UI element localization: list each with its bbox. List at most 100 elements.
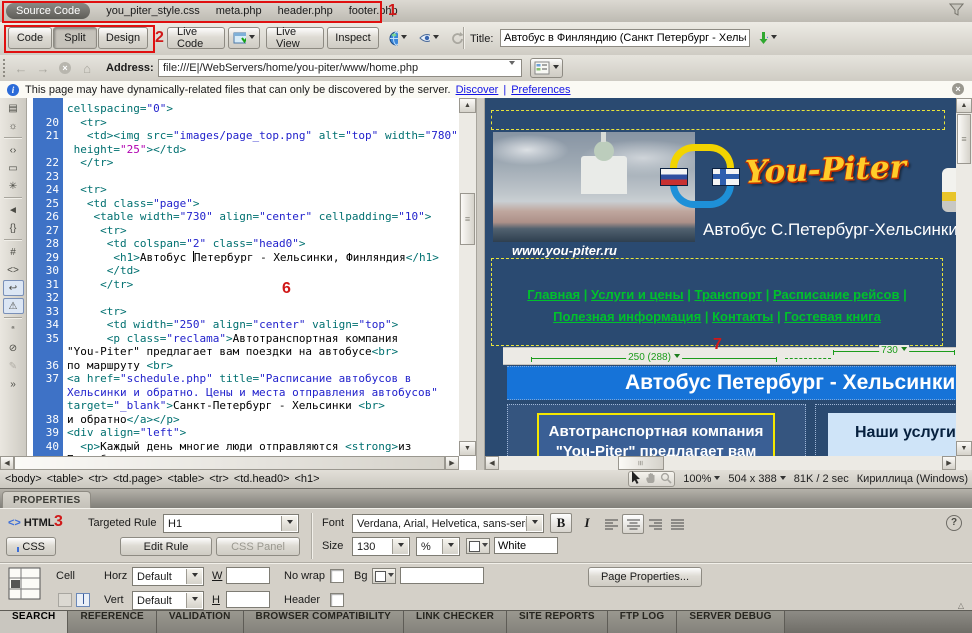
reclama-box[interactable]: Автотранспортная компания "You-Piter" пр… bbox=[537, 413, 775, 456]
page-properties-button[interactable]: Page Properties... bbox=[588, 567, 702, 587]
related-file-tab[interactable]: header.php bbox=[278, 5, 333, 17]
table-width-bar[interactable]: 730 250 (288) bbox=[503, 347, 956, 365]
live-view-button[interactable]: Live View bbox=[266, 27, 324, 49]
cell-width-input[interactable] bbox=[226, 567, 270, 584]
design-scroll-thumb[interactable]: ≡ bbox=[957, 114, 971, 164]
site-banner[interactable]: You-Piter Автобус С.Петербург-Хельсинки bbox=[493, 132, 956, 242]
back-icon[interactable]: ← bbox=[12, 59, 30, 77]
bg-color-input[interactable] bbox=[400, 567, 484, 584]
size-select[interactable]: 130 bbox=[352, 537, 410, 556]
design-horizontal-scrollbar[interactable]: ◀ ≡ ▶ bbox=[485, 456, 956, 470]
justify-icon[interactable] bbox=[666, 514, 688, 534]
bg-color-swatch[interactable] bbox=[372, 568, 396, 584]
discover-link[interactable]: Discover bbox=[456, 84, 499, 96]
nav-link[interactable]: Главная bbox=[527, 287, 580, 302]
related-file-tab[interactable]: you_piter_style.css bbox=[106, 5, 200, 17]
design-empty-table-row[interactable] bbox=[491, 110, 945, 130]
toolbar-grip[interactable] bbox=[3, 59, 8, 77]
site-nav-menu[interactable]: Главная | Услуги и цены | Транспорт | Ра… bbox=[491, 258, 943, 346]
scroll-down-icon[interactable]: ▼ bbox=[459, 441, 476, 456]
code-line[interactable]: height="25"></td> bbox=[67, 143, 459, 157]
forward-icon[interactable]: → bbox=[34, 59, 52, 77]
scroll-right-icon[interactable]: ▶ bbox=[445, 456, 459, 470]
more-options-chevrons-icon[interactable]: » bbox=[3, 376, 24, 392]
scroll-up-icon[interactable]: ▲ bbox=[956, 98, 972, 113]
align-left-icon[interactable] bbox=[600, 514, 622, 534]
highlight-invalid-code-icon[interactable]: <> bbox=[3, 262, 24, 278]
code-view[interactable]: 2021222324252627282930313233343536373839… bbox=[27, 98, 459, 456]
inspect-button[interactable]: Inspect bbox=[327, 27, 379, 49]
text-color-swatch[interactable] bbox=[466, 538, 490, 554]
code-line[interactable]: <tr> bbox=[67, 224, 459, 238]
design-view-button[interactable]: Design bbox=[98, 27, 148, 49]
nav-link[interactable]: Гостевая книга bbox=[784, 309, 881, 324]
nav-link[interactable]: Полезная информация bbox=[553, 309, 701, 324]
view-options-icon[interactable] bbox=[530, 58, 563, 78]
address-dropdown-icon[interactable] bbox=[509, 61, 515, 68]
expand-all-icon[interactable]: ✳ bbox=[3, 178, 24, 194]
design-hscroll-thumb[interactable]: ≡ bbox=[618, 456, 664, 470]
results-tab-ftp-log[interactable]: FTP LOG bbox=[608, 611, 678, 633]
scroll-up-icon[interactable]: ▲ bbox=[459, 98, 476, 113]
align-right-icon[interactable] bbox=[644, 514, 666, 534]
code-line[interactable]: <div align="left"> bbox=[67, 426, 459, 440]
css-mode-button[interactable]: CSS bbox=[6, 537, 56, 556]
tag-selector-item[interactable]: <table> bbox=[168, 473, 205, 485]
related-file-tab[interactable]: meta.php bbox=[216, 5, 262, 17]
code-line[interactable] bbox=[67, 291, 459, 305]
syntax-error-alerts-icon[interactable]: ⚠ bbox=[3, 298, 24, 314]
collapse-selection-icon[interactable]: ▭ bbox=[3, 160, 24, 176]
zoom-level-select[interactable]: 100% bbox=[683, 473, 720, 485]
code-line[interactable]: target="_blank">Санкт-Петербург - Хельси… bbox=[67, 399, 459, 413]
text-color-input[interactable] bbox=[494, 537, 558, 554]
html-mode-button[interactable]: <> HTML bbox=[8, 517, 54, 529]
word-wrap-icon[interactable]: ↩ bbox=[3, 280, 24, 296]
scroll-right-icon[interactable]: ▶ bbox=[942, 456, 956, 470]
edit-rule-button[interactable]: Edit Rule bbox=[120, 537, 212, 556]
split-cell-icon[interactable] bbox=[76, 593, 90, 607]
horz-select[interactable]: Default bbox=[132, 567, 204, 586]
font-select[interactable]: Verdana, Arial, Helvetica, sans-serif bbox=[352, 514, 544, 533]
code-line[interactable]: <td colspan="2" class="head0"> bbox=[67, 237, 459, 251]
collapse-full-tag-icon[interactable]: ‹› bbox=[3, 142, 24, 158]
tag-selector-item[interactable]: <body> bbox=[5, 473, 42, 485]
code-line[interactable]: <td width="250" align="center" valign="t… bbox=[67, 318, 459, 332]
align-center-icon[interactable] bbox=[622, 514, 644, 534]
code-line[interactable]: <p class="reclama">Автотранспортная комп… bbox=[67, 332, 459, 346]
preview-in-browser-icon[interactable] bbox=[384, 27, 412, 49]
nav-link[interactable]: Расписание рейсов bbox=[773, 287, 899, 302]
code-line[interactable]: "You-Piter" предлагает вам поездки на ав… bbox=[67, 345, 459, 359]
table-width-250[interactable]: 250 (288) bbox=[531, 358, 777, 359]
home-icon[interactable]: ⌂ bbox=[78, 59, 96, 77]
nav-link[interactable]: Контакты bbox=[712, 309, 773, 324]
format-source-code-icon[interactable]: ✎ bbox=[3, 358, 24, 374]
code-line[interactable]: <p>Каждый день многие люди отправляются … bbox=[67, 440, 459, 454]
code-line[interactable]: <tr> bbox=[67, 305, 459, 319]
code-line[interactable]: <table width="730" align="center" cellpa… bbox=[67, 210, 459, 224]
check-browser-compatibility-icon[interactable] bbox=[228, 27, 260, 49]
header-checkbox[interactable] bbox=[330, 593, 344, 607]
zoom-tool-icon[interactable] bbox=[660, 472, 672, 487]
live-code-button[interactable]: Live Code bbox=[167, 27, 225, 49]
results-tab-search[interactable]: SEARCH bbox=[0, 611, 68, 633]
design-left-cell[interactable]: Автотранспортная компания "You-Piter" пр… bbox=[507, 404, 806, 456]
results-tab-link-checker[interactable]: LINK CHECKER bbox=[404, 611, 507, 633]
window-size-select[interactable]: 504 x 388 bbox=[728, 473, 785, 485]
italic-button[interactable]: I bbox=[576, 513, 598, 533]
css-panel-button[interactable]: CSS Panel bbox=[216, 537, 300, 556]
code-line[interactable]: <tr> bbox=[67, 183, 459, 197]
code-line[interactable]: </td> bbox=[67, 264, 459, 278]
scroll-left-icon[interactable]: ◀ bbox=[0, 456, 14, 470]
show-code-navigator-icon[interactable]: ☼ bbox=[3, 118, 24, 134]
code-line[interactable] bbox=[67, 170, 459, 184]
open-documents-icon[interactable]: ▤ bbox=[3, 100, 24, 116]
tag-selector-item[interactable]: <tr> bbox=[209, 473, 229, 485]
results-tab-site-reports[interactable]: SITE REPORTS bbox=[507, 611, 608, 633]
results-tab-reference[interactable]: REFERENCE bbox=[68, 611, 156, 633]
line-numbers-icon[interactable]: # bbox=[3, 244, 24, 260]
preferences-link[interactable]: Preferences bbox=[511, 84, 570, 96]
code-editor-content[interactable]: cellspacing="0"> <tr> <td><img src="imag… bbox=[67, 98, 459, 456]
scroll-down-icon[interactable]: ▼ bbox=[956, 441, 972, 456]
results-tab-server-debug[interactable]: SERVER DEBUG bbox=[677, 611, 784, 633]
tag-selector-item[interactable]: <td.page> bbox=[113, 473, 163, 485]
